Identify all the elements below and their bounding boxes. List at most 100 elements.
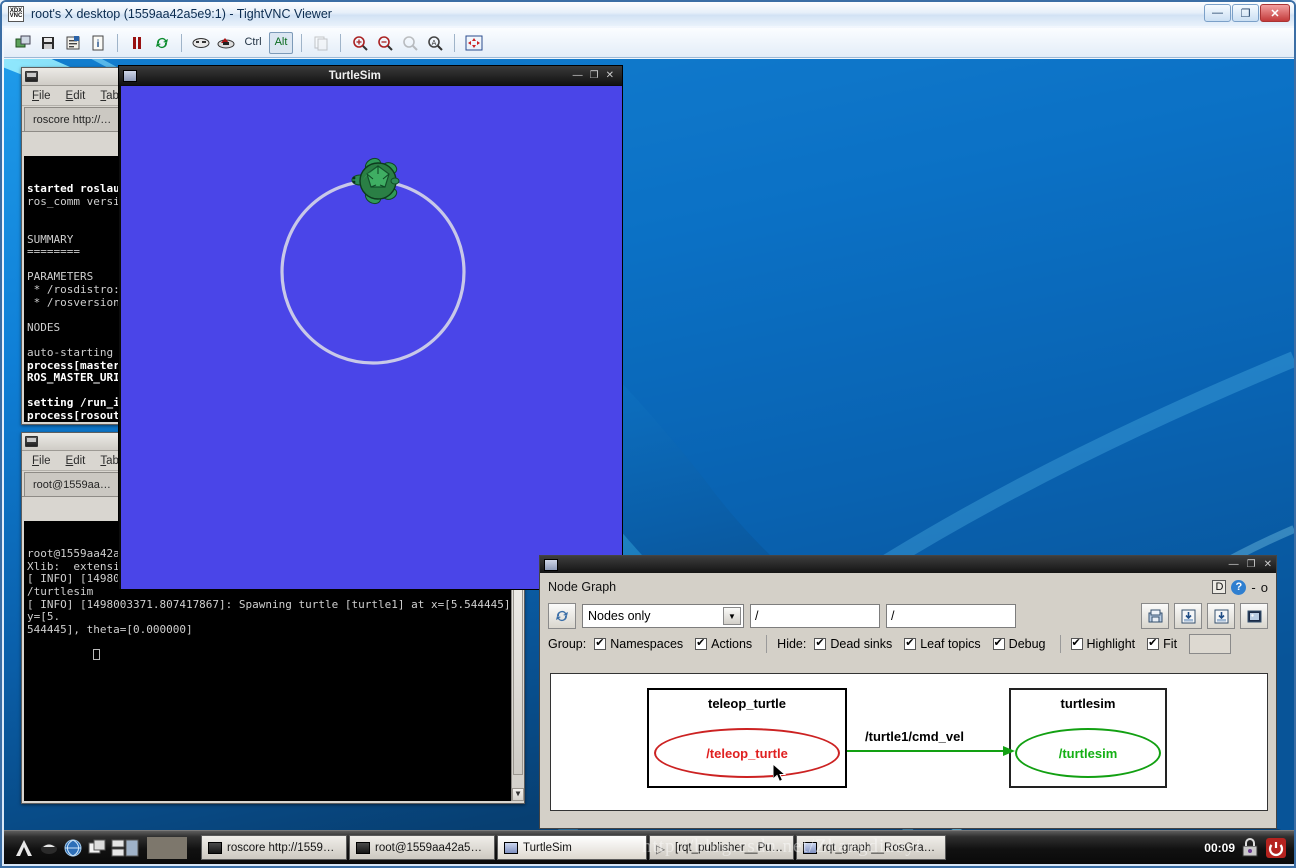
taskbar: roscore http://1559aa... root@1559aa42a5e… (4, 830, 1294, 864)
checkbox-icon (1070, 636, 1083, 650)
turtlesim-canvas[interactable] (121, 86, 622, 589)
refresh-icon[interactable] (151, 32, 173, 54)
checkbox-namespaces[interactable]: Namespaces (594, 636, 683, 651)
window-icon (504, 841, 518, 854)
pause-icon[interactable] (126, 32, 148, 54)
window-list-icon[interactable] (87, 838, 107, 858)
terminal-icon (25, 71, 38, 82)
taskbar-item[interactable]: rqt_graph__RosGraph ... (796, 835, 946, 860)
lock-icon[interactable] (1239, 837, 1261, 859)
ctrl-alt-del-icon[interactable] (190, 32, 212, 54)
tab-label: root@1559aa42a... (33, 478, 116, 491)
refresh-graph-button[interactable] (548, 603, 576, 629)
maximize-button[interactable]: ❐ (590, 70, 599, 81)
browser-launcher-icon[interactable] (63, 838, 83, 858)
connection-options-icon[interactable] (62, 32, 84, 54)
save-as-dot-button[interactable] (1174, 603, 1202, 629)
connection-info-icon[interactable]: i (87, 32, 109, 54)
vnc-window-title: root's X desktop (1559aa42a5e9:1) - Tigh… (31, 7, 332, 21)
toolbar-separator-4 (340, 33, 341, 52)
alt-key-button[interactable]: Alt (269, 31, 293, 54)
turtle-sprite (351, 157, 400, 205)
turtlesim-title-bar[interactable]: TurtleSim — ❐ ✕ (119, 66, 622, 85)
namespace-filter-input[interactable]: / (886, 604, 1016, 628)
xfce-menu-icon[interactable] (13, 837, 35, 859)
zoom-out-icon[interactable] (374, 32, 396, 54)
menu-file[interactable]: File (32, 90, 51, 102)
rqt-filter-bar: Nodes only ▼ / / (540, 601, 1276, 633)
window-icon (544, 558, 558, 571)
ctrl-key-button[interactable]: Ctrl (240, 32, 266, 54)
rqt-action-buttons (1141, 603, 1268, 629)
maximize-button[interactable]: ❐ (1247, 559, 1256, 570)
minimize-button[interactable]: — (573, 70, 583, 81)
help-icon[interactable]: ? (1231, 579, 1247, 595)
rqt-title-bar[interactable]: — ❐ ✕ (540, 556, 1276, 573)
node-graph-canvas[interactable]: teleop_turtle /teleop_turtle turtlesim /… (550, 673, 1268, 811)
minimize-button[interactable]: — (1229, 559, 1239, 570)
checkbox-actions[interactable]: Actions (695, 636, 752, 651)
graph-node-turtlesim[interactable]: turtlesim /turtlesim (1009, 688, 1167, 788)
node-ellipse-label: /turtlesim (1058, 745, 1118, 761)
taskbar-item[interactable]: root@1559aa42a5e9: / (349, 835, 495, 860)
save-as-svg-button[interactable] (1240, 603, 1268, 629)
taskbar-item-label: [rqt_publisher__Publis... (675, 841, 787, 854)
fullscreen-icon[interactable] (463, 32, 485, 54)
terminal-launcher-icon[interactable] (39, 838, 59, 858)
checkbox-fit[interactable]: Fit (1147, 636, 1177, 651)
node-box-label: turtlesim (1060, 696, 1116, 711)
topic-filter-input[interactable]: / (750, 604, 880, 628)
taskbar-item[interactable]: ▷ [rqt_publisher__Publis... (649, 835, 794, 860)
send-keys-icon[interactable] (215, 32, 237, 54)
checkbox-icon (814, 636, 827, 650)
zoom-field[interactable] (1189, 634, 1232, 654)
new-connection-icon[interactable] (12, 32, 34, 54)
dock-icon[interactable]: D (1212, 580, 1227, 594)
checkbox-icon (1147, 636, 1160, 650)
float-icon[interactable]: - (1251, 580, 1255, 595)
minimize-button[interactable]: — (1204, 4, 1231, 22)
graph-node-teleop-turtle[interactable]: teleop_turtle /teleop_turtle (647, 688, 847, 788)
vnc-window-buttons: — ❐ ✕ (1204, 4, 1290, 22)
toolbar-separator-3 (301, 33, 302, 52)
terminal-icon (25, 436, 38, 447)
checkbox-leaf-topics[interactable]: Leaf topics (904, 636, 981, 651)
checkbox-dead-sinks[interactable]: Dead sinks (814, 636, 892, 651)
logo-line-2: VNC (9, 13, 23, 19)
scroll-down-icon[interactable]: ▼ (512, 788, 524, 801)
refresh-icon (556, 611, 568, 621)
menu-file[interactable]: File (32, 455, 51, 467)
close-button[interactable]: ✕ (1264, 559, 1272, 570)
menu-edit[interactable]: Edit (66, 455, 86, 467)
node-ellipse-teleop-turtle[interactable]: /teleop_turtle (654, 728, 840, 778)
node-ellipse-turtlesim[interactable]: /turtlesim (1015, 728, 1161, 778)
chevron-down-icon[interactable]: ▼ (723, 607, 741, 625)
menu-edit[interactable]: Edit (66, 90, 86, 102)
checkbox-debug[interactable]: Debug (992, 636, 1046, 651)
taskbar-launchers (7, 836, 193, 859)
remote-desktop: roscore http://1559aa42a5e9:11311/ — ❐ ✕… (4, 59, 1294, 834)
load-dot-button[interactable] (1207, 603, 1235, 629)
zoom-in-icon[interactable] (349, 32, 371, 54)
maximize-button[interactable]: ❐ (1232, 4, 1259, 22)
panel-title: Node Graph (548, 580, 617, 594)
graph-mode-select[interactable]: Nodes only ▼ (582, 604, 744, 628)
workspace-switcher-icon[interactable] (111, 838, 141, 858)
close-button[interactable]: ✕ (606, 70, 614, 81)
terminal-icon (208, 841, 222, 854)
taskbar-item[interactable]: roscore http://1559aa... (201, 835, 347, 860)
checkbox-icon (992, 636, 1005, 650)
save-connection-icon[interactable] (37, 32, 59, 54)
topic-filter-value: / (755, 609, 759, 623)
tab-label: roscore http://15... (33, 113, 116, 126)
save-as-image-button[interactable] (1141, 603, 1169, 629)
toolbar-separator-2 (181, 33, 182, 52)
taskbar-item[interactable]: TurtleSim (497, 835, 647, 860)
close-button[interactable]: ✕ (1260, 4, 1290, 22)
close-panel-icon[interactable]: o (1261, 580, 1268, 595)
power-icon[interactable] (1265, 837, 1287, 859)
checkbox-highlight[interactable]: Highlight (1070, 636, 1135, 651)
taskbar-item-label: TurtleSim (523, 841, 572, 854)
zoom-auto-icon[interactable]: A (424, 32, 446, 54)
vnc-toolbar: i Ctrl Alt A (4, 28, 1294, 58)
